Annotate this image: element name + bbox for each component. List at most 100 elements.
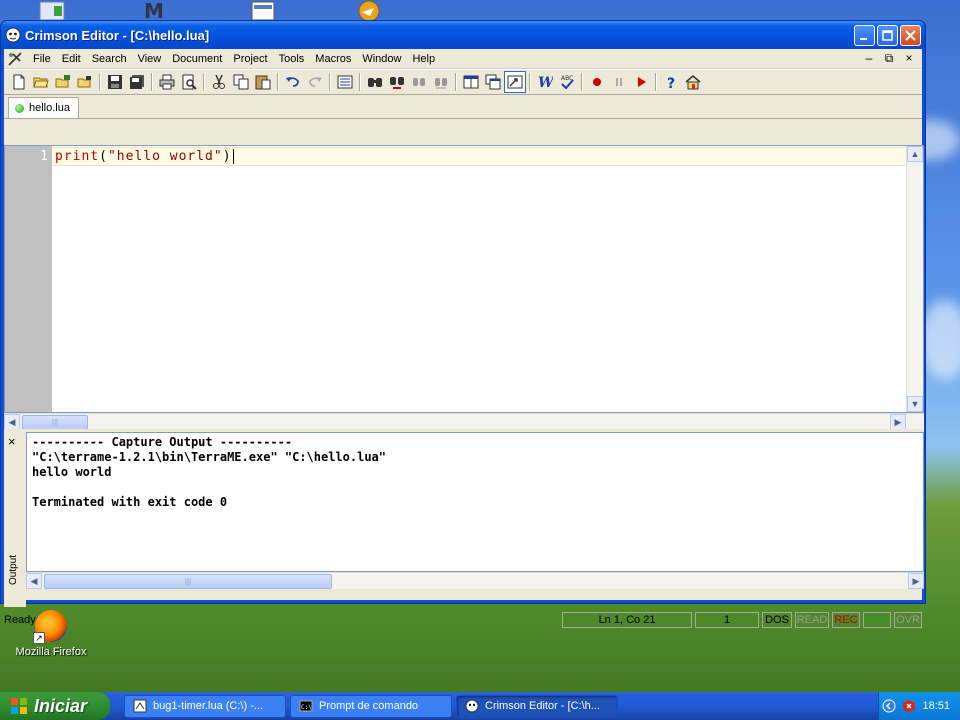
help-button[interactable]: ?	[660, 71, 682, 93]
open-button[interactable]	[30, 71, 52, 93]
status-rec: REC	[832, 612, 860, 628]
code-editor[interactable]: 1 print("hello world") ▲ ▼	[4, 145, 924, 413]
window-tile-button[interactable]	[460, 71, 482, 93]
scroll-down-icon[interactable]: ▼	[907, 396, 923, 412]
output-line: hello world	[32, 465, 112, 479]
mdi-restore-icon[interactable]: ⧉	[882, 51, 896, 66]
scroll-thumb[interactable]: |||	[22, 414, 88, 430]
play-macro-button[interactable]	[630, 71, 652, 93]
print-button[interactable]	[156, 71, 178, 93]
print-preview-button[interactable]	[178, 71, 200, 93]
print-icon	[159, 74, 175, 90]
record-macro-button[interactable]	[586, 71, 608, 93]
scroll-left-icon[interactable]: ◀	[26, 573, 42, 589]
scroll-right-icon[interactable]: ▶	[890, 414, 906, 430]
tab-hello-lua[interactable]: hello.lua	[8, 97, 79, 118]
goto-icon	[435, 78, 447, 89]
minimize-button[interactable]	[854, 24, 875, 46]
close-button[interactable]	[900, 24, 921, 46]
close-output-icon[interactable]: ×	[8, 434, 16, 449]
redo-button[interactable]	[304, 71, 326, 93]
find-next-button[interactable]	[386, 71, 408, 93]
new-file-button[interactable]	[8, 71, 30, 93]
start-button[interactable]: Iniciar	[0, 692, 110, 720]
line-number: 1	[40, 149, 48, 164]
mdi-close-icon[interactable]: ×	[902, 51, 916, 66]
taskbar-button-crimson-editor[interactable]: Crimson Editor - [C:\h...	[456, 694, 618, 718]
save-button[interactable]	[104, 71, 126, 93]
desktop-icon-partial[interactable]	[248, 0, 282, 22]
code-paren-open: (	[99, 149, 108, 164]
pause-macro-button[interactable]	[608, 71, 630, 93]
taskbar-button-command-prompt[interactable]: C:\ Prompt de comando	[290, 694, 452, 718]
close-icon	[905, 29, 916, 41]
menu-macros[interactable]: Macros	[310, 51, 357, 67]
document-system-icon[interactable]	[6, 51, 24, 67]
maximize-button[interactable]	[877, 24, 898, 46]
code-string: "hello world"	[107, 149, 223, 164]
menu-tools[interactable]: Tools	[274, 51, 311, 67]
desktop-icon-partial[interactable]	[352, 0, 386, 22]
svg-text:?: ?	[667, 76, 675, 90]
taskbar-button-label: Crimson Editor - [C:\h...	[485, 700, 600, 712]
menu-project[interactable]: Project	[228, 51, 273, 67]
code-function: print	[55, 149, 100, 164]
output-panel: × Output ---------- Capture Output -----…	[4, 429, 924, 607]
security-alert-icon[interactable]	[902, 699, 916, 713]
line-number-gutter: 1	[5, 146, 52, 412]
maximize-icon	[882, 29, 893, 41]
output-line: "C:\terrame-1.2.1\bin\TerraME.exe" "C:\h…	[32, 450, 387, 464]
scroll-thumb[interactable]: |||	[44, 573, 332, 589]
taskbar-button-bug1-timer[interactable]: bug1-timer.lua (C:\) -...	[124, 694, 286, 718]
status-ovr: OVR	[894, 612, 922, 628]
editor-vertical-scrollbar[interactable]: ▲ ▼	[906, 146, 923, 412]
clock[interactable]: 18:51	[922, 700, 950, 712]
scroll-right-icon[interactable]: ▶	[908, 573, 924, 589]
menu-file[interactable]: File	[28, 51, 57, 67]
undo-button[interactable]	[282, 71, 304, 93]
menu-document[interactable]: Document	[167, 51, 228, 67]
menu-window[interactable]: Window	[357, 51, 407, 67]
desktop-icon-partial[interactable]	[36, 0, 70, 22]
desktop-icon-partial[interactable]: M	[140, 0, 174, 23]
window-cascade-button[interactable]	[482, 71, 504, 93]
spell-check-icon: ABC	[561, 75, 574, 90]
editor-horizontal-scrollbar[interactable]: ◀ ||| ▶	[4, 413, 924, 430]
scroll-up-icon[interactable]: ▲	[907, 146, 923, 162]
output-horizontal-scrollbar[interactable]: ◀ ||| ▶	[26, 572, 924, 589]
spell-check-button[interactable]: ABC	[556, 71, 578, 93]
save-all-icon	[130, 75, 144, 89]
save-all-button[interactable]	[126, 71, 148, 93]
find-next-icon	[390, 77, 404, 89]
mdi-minimize-icon[interactable]: –	[862, 51, 876, 66]
title-bar[interactable]: Crimson Editor - [C:\hello.lua]	[1, 21, 925, 49]
find-button[interactable]	[364, 71, 386, 93]
home-button[interactable]	[682, 71, 704, 93]
menu-search[interactable]: Search	[87, 51, 133, 67]
paste-button[interactable]	[252, 71, 274, 93]
app-icon[interactable]	[5, 27, 21, 43]
word-wrap-button[interactable]: W	[534, 71, 556, 93]
recent-files-button[interactable]	[74, 71, 96, 93]
status-cursor-position: Ln 1, Co 21	[562, 612, 692, 628]
tool-output-icon	[507, 75, 523, 89]
cut-button[interactable]	[208, 71, 230, 93]
toolbar: W ABC ?	[4, 69, 922, 95]
menu-help[interactable]: Help	[407, 51, 441, 67]
menu-edit[interactable]: Edit	[57, 51, 87, 67]
windows-logo-icon	[11, 698, 27, 714]
copy-button[interactable]	[230, 71, 252, 93]
column-mode-button[interactable]	[334, 71, 356, 93]
tool-output-button[interactable]	[504, 71, 526, 93]
menu-view[interactable]: View	[133, 51, 168, 67]
current-line[interactable]: print("hello world")	[52, 147, 905, 166]
output-text[interactable]: ---------- Capture Output ---------- "C:\…	[26, 432, 924, 572]
toolbar-separator	[277, 73, 279, 91]
goto-button[interactable]	[430, 71, 452, 93]
tray-back-icon[interactable]	[882, 699, 896, 713]
scroll-left-icon[interactable]: ◀	[4, 414, 20, 430]
mdi-controls: – ⧉ ×	[862, 51, 922, 66]
open-remote-button[interactable]	[52, 71, 74, 93]
replace-button[interactable]	[408, 71, 430, 93]
toolbar-separator	[359, 73, 361, 91]
